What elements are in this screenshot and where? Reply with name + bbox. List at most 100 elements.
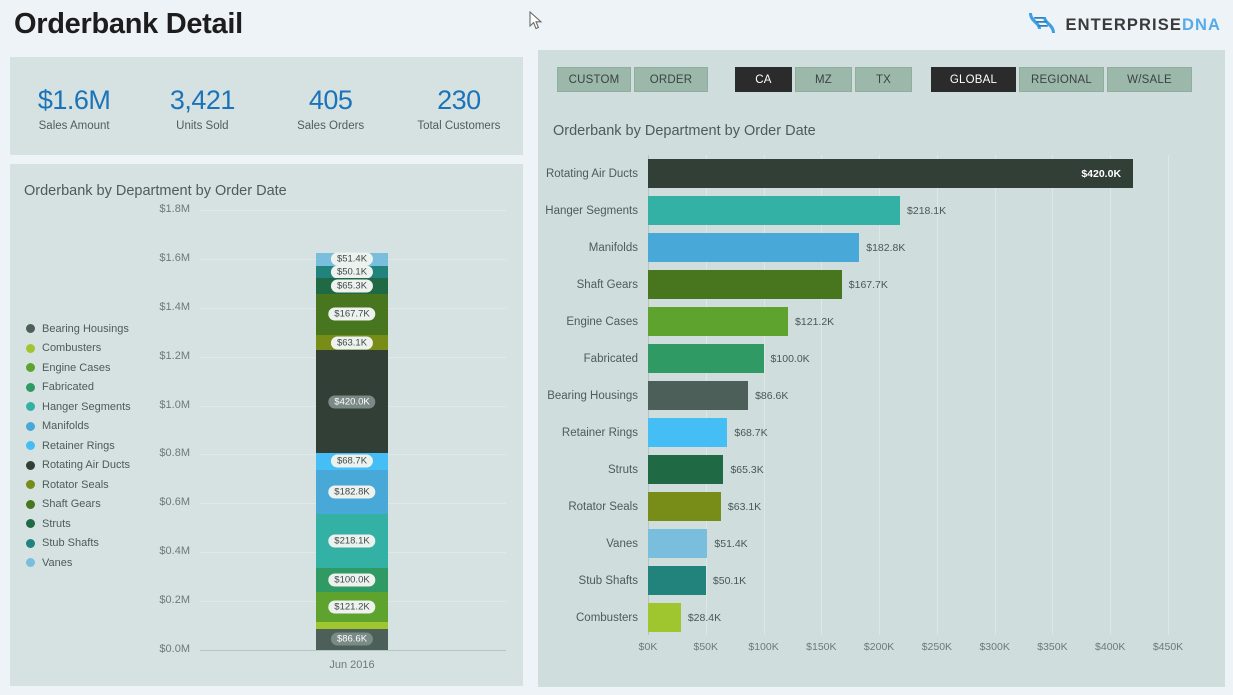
kpi-value: 230 <box>437 85 481 116</box>
kpi-card-units-sold[interactable]: 3,421 Units Sold <box>138 86 266 132</box>
bar-row[interactable]: Bearing Housings $86.6K <box>538 377 1225 414</box>
bar[interactable] <box>648 159 1134 188</box>
stack-segment[interactable]: $100.0K <box>316 567 388 593</box>
stack-segment[interactable]: $68.7K <box>316 452 388 470</box>
bar[interactable] <box>648 381 749 410</box>
legend-item-label: Manifolds <box>42 420 90 433</box>
bar[interactable] <box>648 270 842 299</box>
legend-item-label: Fabricated <box>42 381 94 394</box>
bar-row[interactable]: Vanes $51.4K <box>538 525 1225 562</box>
legend-item-label: Rotator Seals <box>42 478 109 491</box>
legend-item-label: Vanes <box>42 556 73 569</box>
bar-category-label: Shaft Gears <box>576 278 638 291</box>
legend-item[interactable]: Shaft Gears <box>26 495 146 515</box>
kpi-card-sales-orders[interactable]: 405 Sales Orders <box>267 86 395 132</box>
bar-category-label: Combusters <box>576 611 638 624</box>
bar-row[interactable]: Fabricated $100.0K <box>538 340 1225 377</box>
legend-item[interactable]: Struts <box>26 514 146 534</box>
kpi-card-total-customers[interactable]: 230 Total Customers <box>395 86 523 132</box>
bar[interactable] <box>648 344 764 373</box>
bar-value-label: $63.1K <box>727 500 762 513</box>
legend-color-swatch-icon <box>26 538 35 548</box>
brand-name-secondary: DNA <box>1181 16 1221 34</box>
bar-chart-panel[interactable]: CUSTOM ORDER CA MZ TX GLOBAL REGIONAL W/SALE … <box>538 50 1225 687</box>
kpi-label: Sales Amount <box>38 119 110 132</box>
legend-item[interactable]: Vanes <box>26 553 146 573</box>
bar-row[interactable]: Struts $65.3K <box>538 451 1225 488</box>
legend-item[interactable]: Stub Shafts <box>26 534 146 554</box>
bar-value-label: $68.7K <box>734 426 768 439</box>
x-axis-tick-label: $250K <box>921 641 953 653</box>
filter-group-type[interactable]: CUSTOM ORDER <box>557 67 708 92</box>
bar-row[interactable]: Rotator Seals $63.1K <box>538 488 1225 525</box>
bar-row[interactable]: Engine Cases $121.2K <box>538 303 1225 340</box>
bar-row[interactable]: Hanger Segments $218.1K <box>538 192 1225 229</box>
bar[interactable] <box>648 529 708 558</box>
stack-segment[interactable]: $63.1K <box>316 334 388 351</box>
bar-row[interactable]: Manifolds $182.8K <box>538 229 1225 266</box>
horizontal-bar-plot[interactable]: $0K $50K $100K $150K $200K $250K $300K $350K $40… <box>538 155 1225 687</box>
bar[interactable] <box>648 233 860 262</box>
stack-segment[interactable]: $65.3K <box>316 277 388 294</box>
stack-segment[interactable]: $86.6K <box>316 628 388 650</box>
kpi-card-sales-amount[interactable]: $1.6M Sales Amount <box>10 86 138 132</box>
stack-segment[interactable]: $121.2K <box>316 592 388 622</box>
legend-item[interactable]: Bearing Housings <box>26 319 146 339</box>
legend-item[interactable]: Manifolds <box>26 417 146 437</box>
legend-color-swatch-icon <box>26 382 35 392</box>
bar-category-label: Rotator Seals <box>568 500 638 513</box>
legend-item[interactable]: Retainer Rings <box>26 436 146 456</box>
chart-title: Orderbank by Department by Order Date <box>553 123 816 139</box>
y-axis-tick-label: $1.8M <box>159 203 190 215</box>
bar-row[interactable]: Retainer Rings $68.7K <box>538 414 1225 451</box>
bar-row[interactable]: Shaft Gears $167.7K <box>538 266 1225 303</box>
y-gridline <box>200 650 506 651</box>
legend-item[interactable]: Rotating Air Ducts <box>26 456 146 476</box>
filter-button-tx[interactable]: TX <box>855 67 912 92</box>
filter-button-custom[interactable]: CUSTOM <box>557 67 631 92</box>
filter-group-region[interactable]: CA MZ TX <box>735 67 912 92</box>
bar[interactable] <box>648 566 706 595</box>
stacked-column-chart-panel[interactable]: Orderbank by Department by Order Date $0… <box>10 164 523 686</box>
filter-button-regional[interactable]: REGIONAL <box>1019 67 1104 92</box>
bar[interactable] <box>648 455 724 484</box>
stacked-column[interactable]: $51.4K $50.1K $65.3K $167.7K $63.1K $420.0K $6… <box>316 252 388 650</box>
filter-button-order[interactable]: ORDER <box>634 67 708 92</box>
legend-item[interactable]: Hanger Segments <box>26 397 146 417</box>
bar[interactable] <box>648 196 901 225</box>
legend-item[interactable]: Combusters <box>26 339 146 359</box>
filter-group-scope[interactable]: GLOBAL REGIONAL W/SALE <box>931 67 1192 92</box>
legend-item-label: Shaft Gears <box>42 498 101 511</box>
stack-segment-value-label: $121.2K <box>328 600 376 614</box>
filter-button-ca[interactable]: CA <box>735 67 792 92</box>
stack-segment[interactable]: $420.0K <box>316 350 388 453</box>
stack-segment[interactable]: $28.4K <box>316 621 388 629</box>
filter-button-global[interactable]: GLOBAL <box>931 67 1016 92</box>
filter-button-mz[interactable]: MZ <box>795 67 852 92</box>
y-axis-tick-label: $0.2M <box>159 594 190 607</box>
bar[interactable] <box>648 603 681 632</box>
bar-row[interactable]: Combusters $28.4K <box>538 599 1225 636</box>
stack-segment[interactable]: $51.4K <box>316 252 388 266</box>
bar[interactable] <box>648 307 789 336</box>
stack-segment[interactable]: $50.1K <box>316 265 388 279</box>
stack-segment[interactable]: $167.7K <box>316 293 388 335</box>
legend-item[interactable]: Engine Cases <box>26 358 146 378</box>
x-axis-tick-label: $350K <box>1037 641 1068 653</box>
stack-segment[interactable]: $182.8K <box>316 469 388 515</box>
legend-item[interactable]: Fabricated <box>26 378 146 398</box>
legend-item[interactable]: Rotator Seals <box>26 475 146 495</box>
bar-category-label: Bearing Housings <box>547 389 638 402</box>
stacked-column-plot[interactable]: $0.0M $0.2M $0.4M $0.6M $0.8M $1.0M $1.2M $1.4M… <box>10 164 523 686</box>
filter-button-w-sale[interactable]: W/SALE <box>1107 67 1192 92</box>
bar[interactable] <box>648 418 728 447</box>
stack-segment-value-label: $51.4K <box>330 252 374 266</box>
x-axis-category-label: Jun 2016 <box>329 659 375 671</box>
bar[interactable] <box>648 492 721 521</box>
bar-row[interactable]: Rotating Air Ducts $420.0K <box>538 155 1225 192</box>
legend-item-label: Struts <box>42 517 71 530</box>
bar-value-label: $50.1K <box>712 574 747 587</box>
bar-row[interactable]: Stub Shafts $50.1K <box>538 562 1225 599</box>
stack-segment[interactable]: $218.1K <box>316 514 388 568</box>
chart-legend[interactable]: Bearing Housings Combusters Engine Cases Fa… <box>26 319 146 573</box>
